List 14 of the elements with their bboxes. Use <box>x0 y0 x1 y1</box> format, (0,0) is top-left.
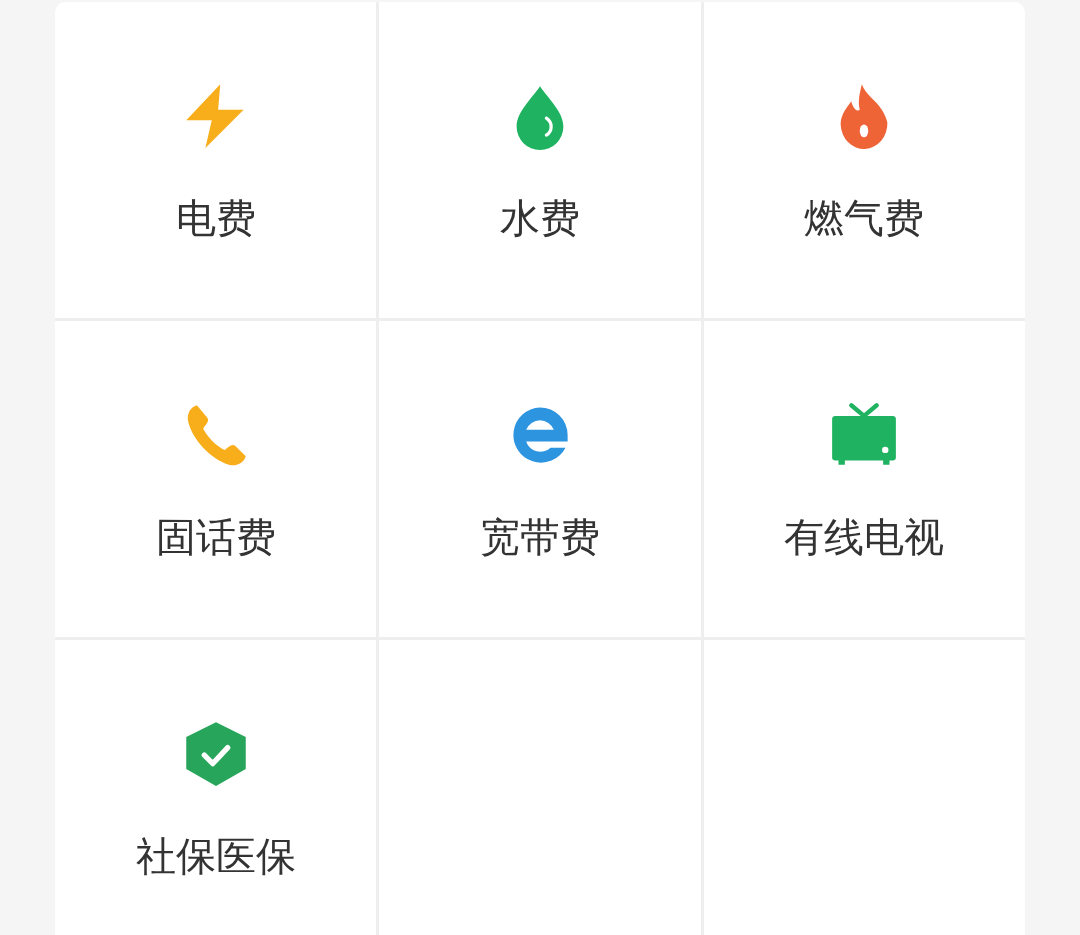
service-tile[interactable]: 宽带费 <box>379 321 701 637</box>
service-tile[interactable]: 燃气费 <box>703 2 1025 318</box>
service-label: 电费 <box>175 194 256 242</box>
service-tile[interactable]: 固话费 <box>55 321 377 637</box>
service-label: 固话费 <box>155 513 276 561</box>
service-label: 有线电视 <box>784 513 945 561</box>
service-tile[interactable]: 有线电视 <box>703 321 1025 637</box>
service-label: 水费 <box>500 194 580 242</box>
service-label: 宽带费 <box>480 513 600 561</box>
service-tile[interactable]: 社保医保 <box>55 640 377 935</box>
service-tile[interactable]: 水费 <box>379 2 701 318</box>
service-label: 社保医保 <box>135 832 296 880</box>
service-tile[interactable]: 电费 <box>55 2 377 318</box>
service-label: 燃气费 <box>804 194 925 242</box>
